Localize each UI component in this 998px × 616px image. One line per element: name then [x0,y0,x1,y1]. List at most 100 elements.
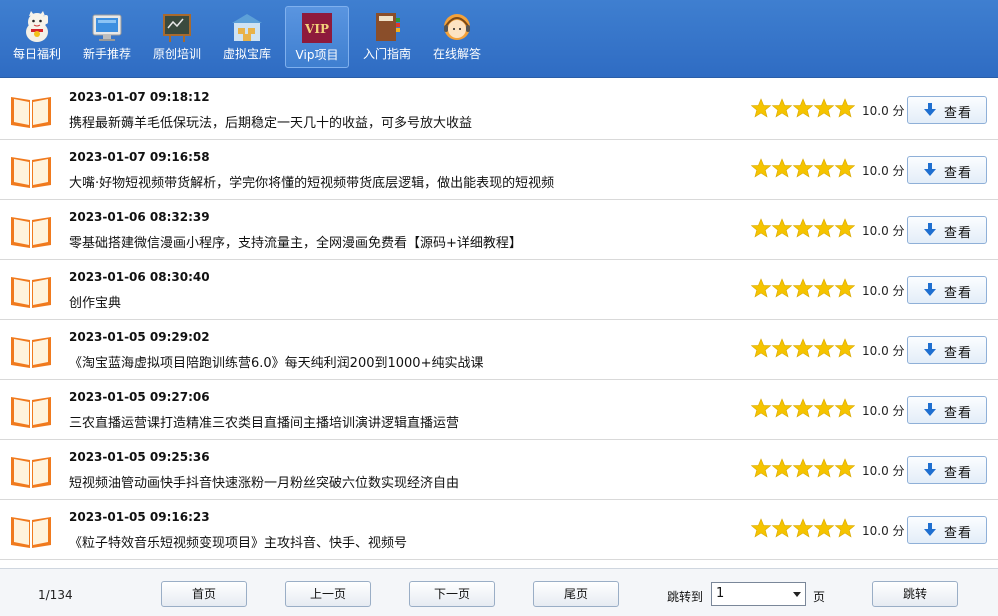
star-icon [834,398,855,418]
toolbar-item-vip-projects[interactable]: VIP Vip项目 [285,6,349,68]
toolbar-label: 每日福利 [12,47,61,61]
prev-page-button[interactable]: 上一页 [285,581,371,607]
first-page-button[interactable]: 首页 [161,581,247,607]
list-item[interactable]: 2023-01-07 09:18:12 携程最新薅羊毛低保玩法，后期稳定一天几十… [0,80,998,140]
view-button[interactable]: 查看 [907,96,987,124]
item-date: 2023-01-05 09:29:02 [69,330,210,344]
last-page-button[interactable]: 尾页 [533,581,619,607]
item-title[interactable]: 大嘴·好物短视频带货解析，学完你将懂的短视频带货底层逻辑，做出能表现的短视频 [69,172,554,191]
item-date: 2023-01-06 08:30:40 [69,270,210,284]
item-title[interactable]: 携程最新薅羊毛低保玩法，后期稳定一天几十的收益，可多号放大收益 [69,112,472,131]
star-icon [751,338,772,358]
star-icon [813,398,835,418]
star-icon [771,158,793,178]
toolbar-item-original-training[interactable]: 原创培训 [145,6,209,68]
page-select-value: 1 [716,586,725,601]
star-icon [834,278,855,298]
list-item[interactable]: 2023-01-06 08:32:39 零基础搭建微信漫画小程序，支持流量主，全… [0,200,998,260]
open-book-icon [11,337,51,368]
toolbar-item-getting-started[interactable]: 入门指南 [355,6,419,68]
star-icon [792,338,814,358]
toolbar-item-virtual-treasury[interactable]: 虚拟宝库 [215,6,279,68]
open-book-icon [11,517,51,548]
item-title[interactable]: 创作宝典 [69,292,121,311]
item-score: 10.0 分 [862,224,905,238]
toolbar-item-online-answers[interactable]: 在线解答 [425,6,489,68]
item-title[interactable]: 零基础搭建微信漫画小程序，支持流量主，全网漫画免费看【源码+详细教程】 [69,232,522,251]
jump-button[interactable]: 跳转 [872,581,958,607]
star-icon [771,338,793,358]
rating-stars [751,458,855,478]
rating-stars [751,98,855,118]
open-book-icon [11,397,51,428]
view-button[interactable]: 查看 [907,336,987,364]
view-button-label: 查看 [944,346,973,361]
star-icon [813,98,835,118]
item-score: 10.0 分 [862,404,905,418]
rating-stars [751,218,855,238]
vip-icon: VIP [302,13,332,43]
list-item[interactable]: 2023-01-05 09:16:23 《粒子特效音乐短视频变现项目》主攻抖音、… [0,500,998,560]
lucky-cat-icon [26,11,48,42]
item-date: 2023-01-05 09:25:36 [69,450,210,464]
toolbar-item-newbie-recommend[interactable]: 新手推荐 [75,6,139,68]
view-button[interactable]: 查看 [907,276,987,304]
star-icon [771,98,793,118]
star-icon [813,278,835,298]
page-unit-label: 页 [813,590,826,604]
item-score: 10.0 分 [862,524,905,538]
open-book-icon [11,457,51,488]
next-page-button[interactable]: 下一页 [409,581,495,607]
item-title[interactable]: 短视频油管动画快手抖音快速涨粉一月粉丝突破六位数实现经济自由 [69,472,459,491]
star-icon [792,458,814,478]
rating-stars [751,278,855,298]
rating-stars [751,158,855,178]
download-arrow-icon [924,403,936,416]
star-icon [792,278,814,298]
open-book-icon [11,97,51,128]
star-icon [771,278,793,298]
toolbar-label: 在线解答 [432,47,481,61]
toolbar-label: 虚拟宝库 [222,47,271,61]
list-item[interactable]: 2023-01-07 09:16:58 大嘴·好物短视频带货解析，学完你将懂的短… [0,140,998,200]
star-icon [834,218,855,238]
view-button[interactable]: 查看 [907,216,987,244]
list-item[interactable]: 2023-01-05 09:29:02 《淘宝蓝海虚拟项目陪跑训练营6.0》每天… [0,320,998,380]
star-icon [834,458,855,478]
page-indicator: 1/134 [38,588,73,602]
star-icon [751,98,772,118]
item-title[interactable]: 三农直播运营课打造精准三农类目直播间主播培训演讲逻辑直播运营 [69,412,459,431]
blackboard-icon [163,14,191,42]
view-button[interactable]: 查看 [907,516,987,544]
rating-stars [751,398,855,418]
item-score: 10.0 分 [862,464,905,478]
view-button[interactable]: 查看 [907,456,987,484]
list-item[interactable]: 2023-01-05 09:27:06 三农直播运营课打造精准三农类目直播间主播… [0,380,998,440]
item-title[interactable]: 《淘宝蓝海虚拟项目陪跑训练营6.0》每天纯利润200到1000+纯实战课 [69,352,483,371]
star-icon [813,458,835,478]
list-item[interactable]: 2023-01-06 08:30:40 创作宝典 10.0 分 查看 [0,260,998,320]
view-button[interactable]: 查看 [907,156,987,184]
monitor-icon [92,14,122,41]
item-date: 2023-01-06 08:32:39 [69,210,210,224]
star-icon [834,158,855,178]
toolbar-label: Vip项目 [295,48,339,62]
star-icon [751,458,772,478]
toolbar-item-daily-welfare[interactable]: 每日福利 [5,6,69,68]
star-icon [771,218,793,238]
star-icon [751,278,772,298]
item-title[interactable]: 《粒子特效音乐短视频变现项目》主攻抖音、快手、视频号 [69,532,407,551]
toolbar-label: 入门指南 [362,47,411,61]
pagination-bar: 1/134 首页 上一页 下一页 尾页 跳转到 1 页 跳转 [0,568,998,616]
support-agent-icon [444,14,470,40]
star-icon [771,398,793,418]
star-icon [792,98,814,118]
list-item[interactable]: 2023-01-05 09:25:36 短视频油管动画快手抖音快速涨粉一月粉丝突… [0,440,998,500]
item-date: 2023-01-05 09:16:23 [69,510,210,524]
download-arrow-icon [924,103,936,116]
view-button[interactable]: 查看 [907,396,987,424]
rating-stars [751,518,855,538]
download-arrow-icon [924,343,936,356]
books-icon [376,13,400,41]
page-select[interactable]: 1 [711,582,806,606]
